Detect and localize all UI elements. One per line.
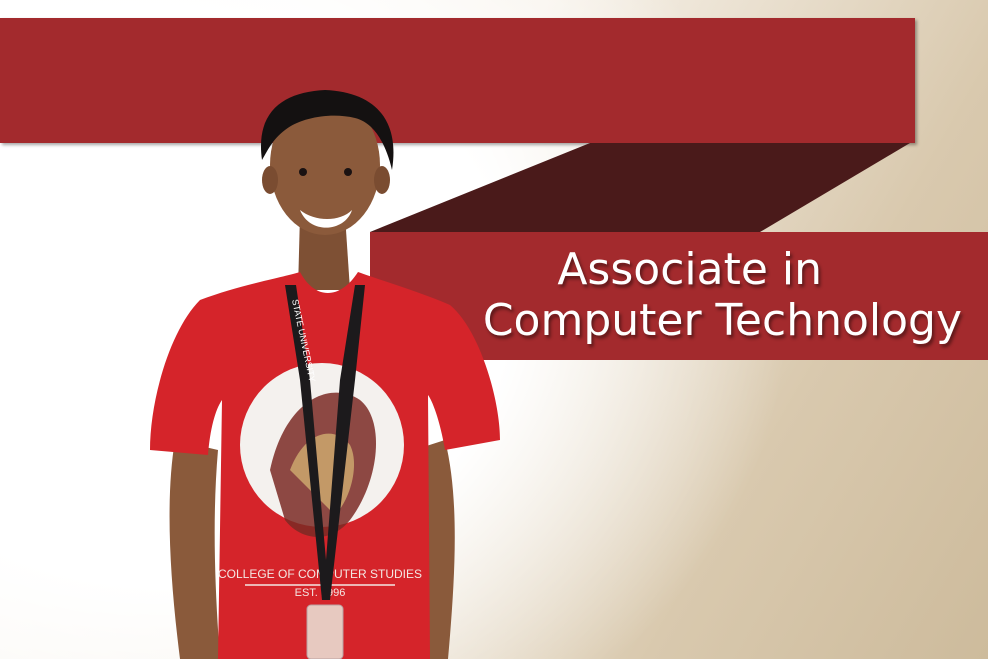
student-photo: COLLEGE OF COMPUTER STUDIES EST. 1996 ST… <box>150 90 500 659</box>
left-arm <box>169 440 220 659</box>
shirt-text-line2: EST. 1996 <box>295 587 346 599</box>
id-badge <box>306 604 344 659</box>
